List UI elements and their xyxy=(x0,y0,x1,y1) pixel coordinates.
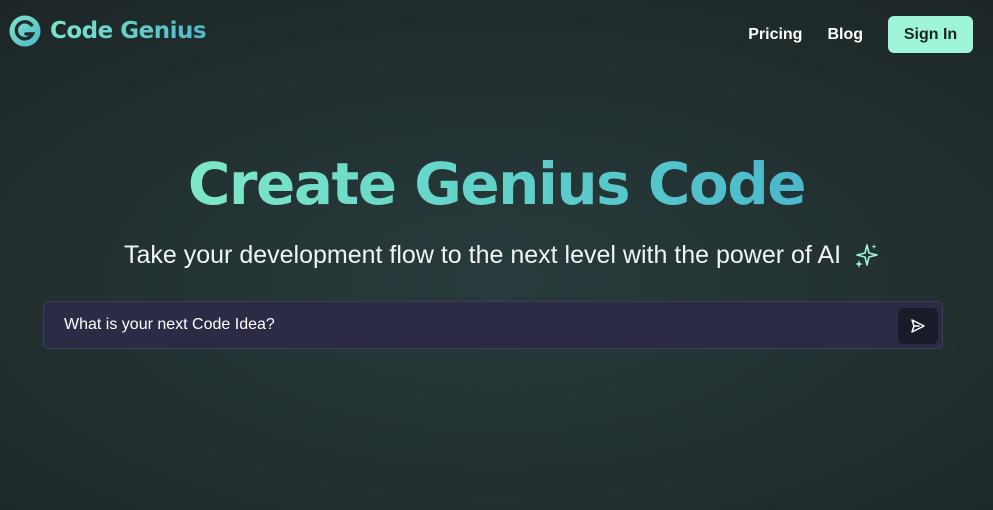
hero-subtitle: Take your development flow to the next l… xyxy=(124,241,879,270)
nav-link-pricing[interactable]: Pricing xyxy=(748,26,802,44)
brand-name: Code Genius xyxy=(50,18,207,44)
send-button[interactable] xyxy=(898,308,938,344)
top-nav: Pricing Blog Sign In xyxy=(748,16,973,53)
hero-title: Create Genius Code xyxy=(0,150,993,218)
code-idea-prompt-box xyxy=(43,301,943,349)
hero-title-text: Create Genius Code xyxy=(187,150,807,218)
code-idea-input[interactable] xyxy=(64,302,884,348)
nav-link-blog[interactable]: Blog xyxy=(827,26,863,44)
sparkle-icon xyxy=(855,243,878,268)
code-genius-logo-icon xyxy=(9,15,41,47)
sign-in-button[interactable]: Sign In xyxy=(888,16,973,53)
brand-logo[interactable]: Code Genius xyxy=(9,15,207,47)
send-icon xyxy=(911,319,925,333)
hero-subtitle-text: Take your development flow to the next l… xyxy=(124,241,842,269)
